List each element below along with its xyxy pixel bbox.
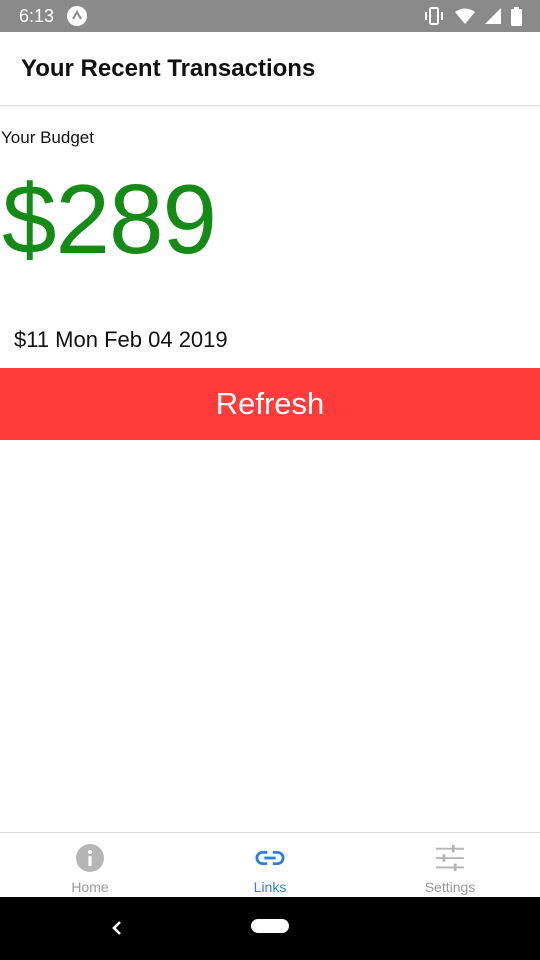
tab-home[interactable]: Home (0, 833, 180, 898)
battery-icon (511, 6, 522, 26)
tab-home-label: Home (71, 879, 109, 895)
budget-label: Your Budget (1, 128, 94, 147)
home-pill-icon[interactable] (251, 919, 289, 933)
sliders-icon (435, 843, 465, 873)
info-icon (75, 843, 105, 873)
status-time: 6:13 (19, 6, 55, 26)
page-title: Your Recent Transactions (21, 55, 316, 82)
app-screen: 6:13 Your Recent Transactions Your Budge… (0, 0, 540, 960)
system-nav-bar (0, 897, 540, 960)
back-icon[interactable] (108, 919, 126, 937)
refresh-button[interactable]: Refresh (0, 368, 540, 440)
tab-settings-label: Settings (424, 879, 476, 895)
wifi-icon (455, 8, 475, 24)
tab-settings[interactable]: Settings (360, 833, 540, 898)
link-icon (255, 843, 285, 873)
transaction-item: $11 Mon Feb 04 2019 (14, 327, 228, 352)
tab-links-label: Links (253, 879, 287, 895)
tab-links[interactable]: Links (180, 833, 360, 898)
bottom-tab-bar: Home Links Settings (0, 832, 540, 898)
status-bar: 6:13 (0, 0, 540, 32)
vibrate-icon (423, 7, 445, 25)
expo-icon (67, 6, 87, 26)
status-icons (423, 6, 522, 26)
app-header: Your Recent Transactions (0, 32, 540, 106)
budget-amount: $289 (2, 164, 217, 274)
signal-icon (485, 8, 501, 24)
